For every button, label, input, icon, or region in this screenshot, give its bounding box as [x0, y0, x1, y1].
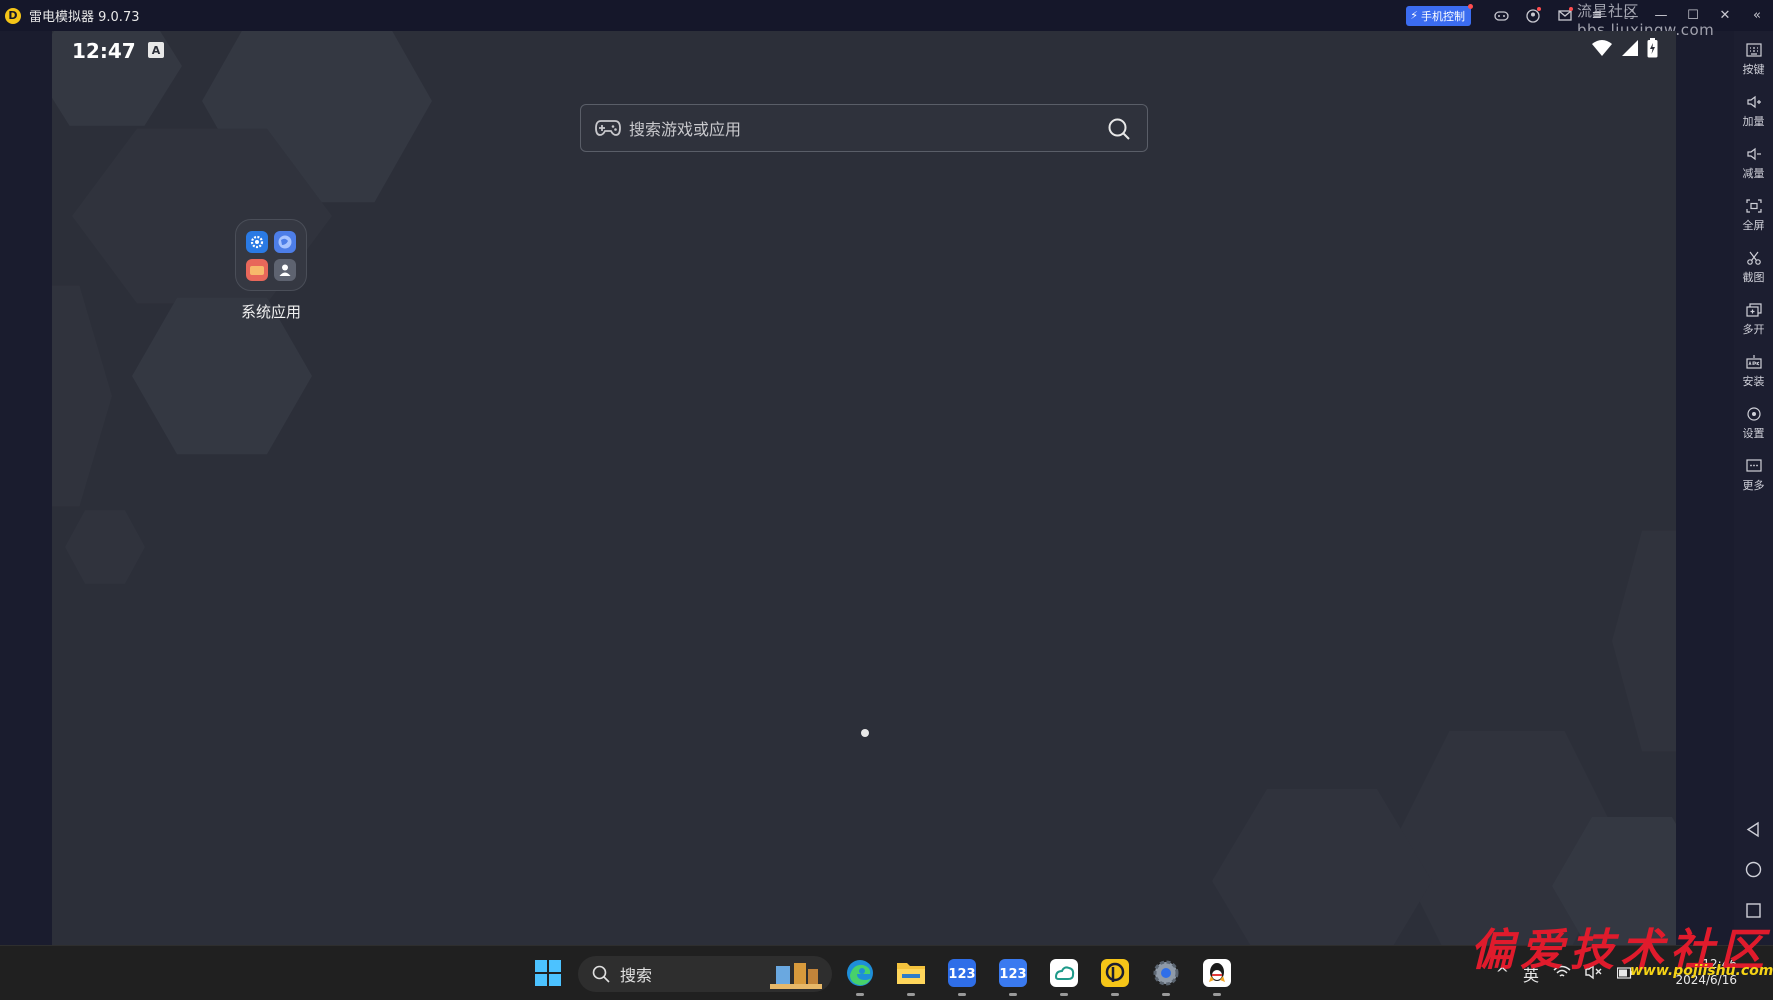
phone-control-button[interactable]: ⚡ 手机控制	[1406, 3, 1473, 26]
settings-icon	[246, 231, 268, 253]
sidebar-more-button[interactable]: 更多	[1734, 447, 1773, 493]
android-screen[interactable]: 12:47 A 搜索游戏或应用 系统应用	[52, 31, 1676, 945]
status-time: 12:47	[72, 39, 136, 63]
home-icon[interactable]	[1745, 861, 1762, 878]
running-indicator	[1060, 993, 1068, 996]
screen-mode-icon[interactable]: ⛶	[1613, 0, 1645, 31]
sidebar-label: 按键	[1742, 63, 1765, 76]
lightning-icon: ⚡	[1410, 9, 1418, 22]
title-bar: D 雷电模拟器 9.0.73 流星社区 bbs.liuxingw.com ⚡ 手…	[0, 0, 1773, 39]
settings-icon	[1746, 407, 1761, 421]
search-icon[interactable]	[1107, 117, 1131, 141]
wifi-icon	[1592, 40, 1612, 56]
title-tools: ⚡ 手机控制 ≡ ⛶ — ☐ ✕ «	[1406, 0, 1773, 31]
sidebar-install-apk-button[interactable]: 安装	[1734, 343, 1773, 389]
battery-icon	[1647, 38, 1658, 58]
running-indicator	[1213, 993, 1221, 996]
running-indicator	[1111, 993, 1119, 996]
maximize-icon[interactable]: ☐	[1677, 0, 1709, 31]
settings-icon[interactable]	[1149, 956, 1183, 996]
volume-down-icon	[1746, 147, 1761, 161]
wallpaper-hex	[52, 285, 112, 507]
sidebar-keymap-button[interactable]: 按键	[1734, 31, 1773, 77]
wallpaper-hex	[1612, 530, 1676, 752]
sidebar-label: 截图	[1742, 271, 1765, 284]
start-icon[interactable]	[531, 956, 565, 990]
volume-up-icon	[1746, 95, 1761, 109]
sidebar-label: 安装	[1742, 375, 1765, 388]
emulator-sidebar: 按键 加量 减量 全屏 截图 多开 安装 设置 更多	[1734, 31, 1773, 945]
phone-control-label: 手机控制	[1421, 9, 1465, 23]
svg-text:123: 123	[999, 967, 1026, 982]
window-title: 雷电模拟器 9.0.73	[29, 10, 140, 25]
ldplayer-logo-icon: D	[5, 7, 21, 24]
multi-instance-icon	[1745, 303, 1762, 317]
file-explorer-icon[interactable]	[894, 956, 928, 996]
sidebar-fullscreen-button[interactable]: 全屏	[1734, 187, 1773, 233]
keyboard-icon	[1745, 43, 1762, 57]
signal-icon	[1622, 40, 1638, 56]
sidebar-label: 更多	[1742, 479, 1765, 492]
cloud-app-icon[interactable]	[1047, 956, 1081, 996]
fullscreen-icon	[1745, 199, 1762, 213]
sidebar-multi-instance-button[interactable]: 多开	[1734, 291, 1773, 337]
scissors-icon	[1746, 251, 1761, 265]
system-apps-folder[interactable]	[235, 219, 307, 291]
sidebar-label: 减量	[1742, 167, 1765, 180]
123pan-icon[interactable]: 123	[996, 956, 1030, 996]
qq-icon[interactable]	[1200, 956, 1234, 996]
running-indicator	[1009, 993, 1017, 996]
search-highlight-icon	[770, 963, 822, 989]
edge-icon[interactable]	[843, 956, 877, 996]
sidebar-volume-up-button[interactable]: 加量	[1734, 83, 1773, 129]
svg-text:123: 123	[948, 967, 975, 982]
sidebar-screenshot-button[interactable]: 截图	[1734, 239, 1773, 285]
status-icons	[1591, 38, 1658, 58]
app-search-bar[interactable]: 搜索游戏或应用	[580, 104, 1148, 152]
contacts-icon	[274, 259, 296, 281]
folder-label: 系统应用	[240, 303, 301, 321]
mail-icon[interactable]	[1549, 0, 1581, 31]
user-icon[interactable]	[1517, 0, 1549, 31]
more-icon	[1745, 459, 1762, 472]
sidebar-settings-button[interactable]: 设置	[1734, 395, 1773, 441]
collapse-sidebar-icon[interactable]: «	[1741, 0, 1773, 31]
taskbar-search[interactable]: 搜索	[578, 956, 832, 992]
menu-icon[interactable]: ≡	[1581, 0, 1613, 31]
wallpaper-hex	[1212, 789, 1432, 945]
notification-app-icon: A	[148, 42, 164, 58]
notification-dot	[1569, 7, 1573, 11]
running-indicator	[856, 993, 864, 996]
wallpaper-hex	[65, 510, 145, 584]
gamepad-icon	[595, 120, 621, 136]
sidebar-label: 多开	[1742, 323, 1765, 336]
search-placeholder: 搜索游戏或应用	[629, 120, 742, 139]
watermark-url: www.pojiishu.com	[1630, 963, 1773, 979]
android-status-bar: 12:47 A	[52, 31, 1676, 67]
gamepad-icon[interactable]	[1485, 0, 1517, 31]
ldplayer-icon[interactable]	[1098, 956, 1132, 996]
gallery-icon	[246, 259, 268, 281]
running-indicator	[907, 993, 915, 996]
running-indicator	[1162, 993, 1170, 996]
123pan-icon[interactable]: 123	[945, 956, 979, 996]
minimize-icon[interactable]: —	[1645, 0, 1677, 31]
close-icon[interactable]: ✕	[1709, 0, 1741, 31]
notification-dot	[1537, 7, 1541, 11]
search-icon	[592, 965, 610, 983]
sidebar-volume-down-button[interactable]: 减量	[1734, 135, 1773, 181]
running-indicator	[958, 993, 966, 996]
taskbar-search-label: 搜索	[620, 966, 653, 985]
sidebar-label: 全屏	[1742, 219, 1765, 232]
browser-icon	[274, 231, 296, 253]
sidebar-label: 设置	[1742, 427, 1765, 440]
sidebar-label: 加量	[1742, 115, 1765, 128]
notification-dot	[1468, 3, 1473, 9]
apk-icon	[1745, 355, 1762, 369]
page-indicator	[861, 729, 869, 737]
back-icon[interactable]	[1745, 821, 1762, 838]
